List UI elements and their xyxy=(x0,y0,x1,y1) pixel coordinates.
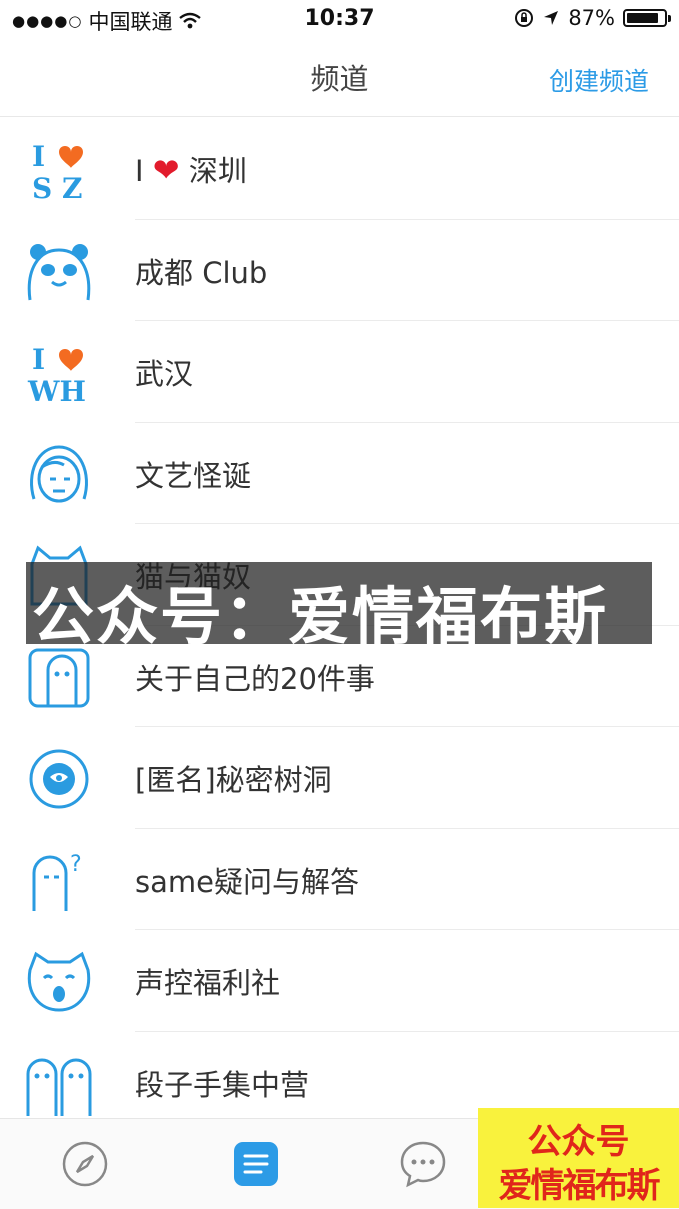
channel-label: 文艺怪诞 xyxy=(135,458,252,493)
battery-percent: 87% xyxy=(568,6,615,30)
channel-row[interactable]: I S Z I ❤ 深圳 xyxy=(0,118,679,220)
compass-icon[interactable] xyxy=(60,1139,110,1189)
channel-label: [匿名]秘密树洞 xyxy=(135,763,332,797)
heart-emoji-icon: ❤ xyxy=(152,151,180,189)
channel-label: 成都 Club xyxy=(135,255,268,290)
channel-row[interactable]: 声控福利社 xyxy=(0,930,679,1032)
navigation-bar: 频道 创建频道 xyxy=(0,38,679,117)
stamp-line-2: 爱情福布斯 xyxy=(498,1166,661,1206)
status-right: 87% xyxy=(514,6,671,30)
svg-text:I: I xyxy=(32,343,45,376)
i-love-wh-icon: I WH xyxy=(27,343,86,405)
create-channel-button[interactable]: 创建频道 xyxy=(549,62,649,98)
svg-text:?: ? xyxy=(70,852,82,877)
location-arrow-icon xyxy=(544,11,559,25)
channel-label: 关于自己的20件事 xyxy=(135,661,375,696)
channel-row[interactable]: ? same疑问与解答 xyxy=(0,829,679,930)
channel-row[interactable]: 成都 Club xyxy=(0,220,679,321)
svg-text:S Z: S Z xyxy=(32,172,82,202)
status-bar: ●●●●○ 中国联通 10:37 87% xyxy=(0,0,679,38)
channel-label: 段子手集中营 xyxy=(135,1067,310,1102)
rotation-lock-icon xyxy=(515,9,534,27)
watermark-text: 公众号：爱情福布斯 xyxy=(32,580,609,653)
question-ghost-icon: ? xyxy=(32,852,82,911)
two-ghosts-icon xyxy=(26,1058,92,1116)
channel-row[interactable]: [匿名]秘密树洞 xyxy=(0,727,679,829)
svg-text:WH: WH xyxy=(27,375,86,405)
channel-list-icon[interactable] xyxy=(231,1139,281,1189)
i-love-sz-icon: I S Z xyxy=(32,140,83,202)
battery-icon xyxy=(623,9,671,27)
channel-label: 武汉 xyxy=(135,357,194,391)
watermark-banner: 公众号：爱情福布斯 xyxy=(26,562,652,653)
channel-label-prefix: I xyxy=(135,154,144,188)
anonymous-mask-icon xyxy=(29,749,89,809)
stamp-line-1: 公众号 xyxy=(527,1122,630,1162)
channel-label: 声控福利社 xyxy=(135,966,281,1000)
battery-fill xyxy=(627,13,658,23)
channel-label: same疑问与解答 xyxy=(135,864,359,899)
watermark-stamp: 公众号 爱情福布斯 xyxy=(478,1108,679,1208)
singing-cat-icon xyxy=(27,951,91,1012)
chat-bubble-icon[interactable] xyxy=(398,1139,448,1189)
channel-row[interactable]: 文艺怪诞 xyxy=(0,423,679,524)
panda-icon xyxy=(27,243,91,300)
channel-row[interactable]: I WH 武汉 xyxy=(0,321,679,423)
channel-label: 深圳 xyxy=(188,154,247,188)
grumpy-face-icon xyxy=(30,444,88,502)
svg-text:I: I xyxy=(32,140,45,173)
